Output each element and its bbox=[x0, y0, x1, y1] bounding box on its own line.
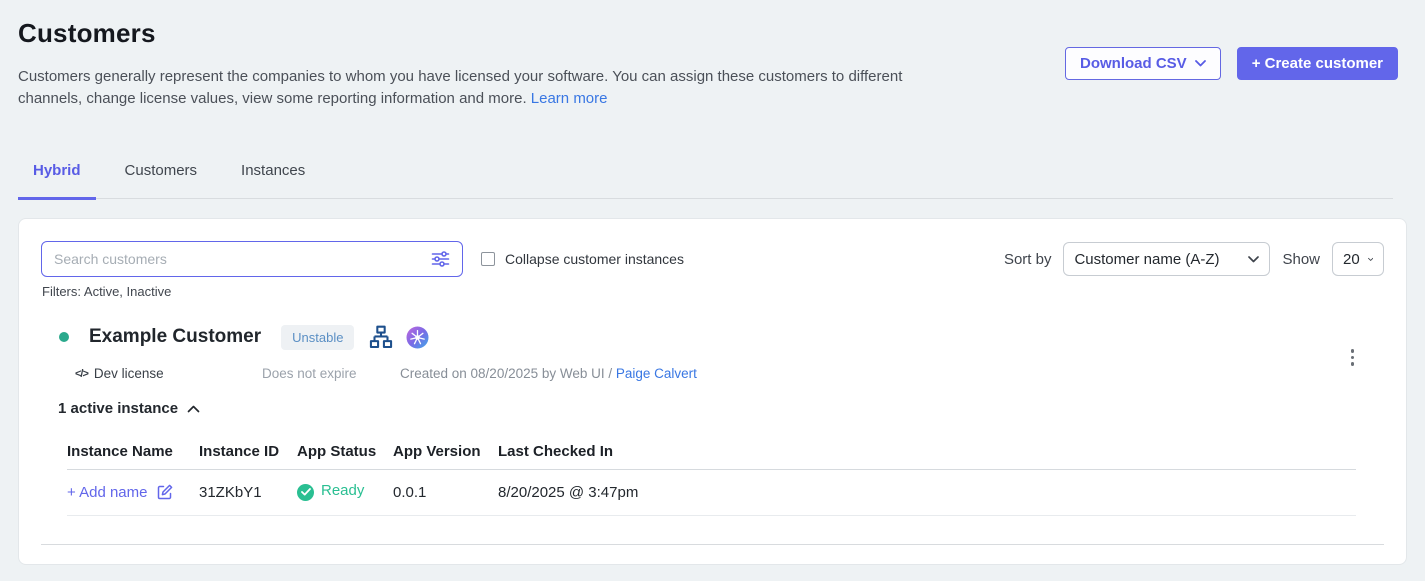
col-instance-name: Instance Name bbox=[67, 443, 199, 460]
active-filters-text: Filters: Active, Inactive bbox=[42, 284, 171, 299]
customer-type-icons bbox=[368, 324, 429, 350]
chevron-down-icon bbox=[1248, 256, 1259, 263]
customers-page: Customers Customers generally represent … bbox=[0, 0, 1425, 581]
collapse-instances-checkbox[interactable] bbox=[481, 252, 495, 266]
show-label: Show bbox=[1282, 251, 1320, 268]
create-customer-label: + Create customer bbox=[1252, 55, 1383, 72]
add-name-link[interactable]: + Add name bbox=[67, 484, 147, 501]
tab-customers[interactable]: Customers bbox=[110, 162, 213, 198]
download-csv-button[interactable]: Download CSV bbox=[1065, 47, 1221, 80]
instance-name-cell: + Add name bbox=[67, 483, 199, 501]
app-version-cell: 0.0.1 bbox=[393, 484, 498, 501]
show-select[interactable]: 20 bbox=[1332, 242, 1384, 276]
page-title: Customers bbox=[18, 18, 156, 49]
table-header-row: Instance Name Instance ID App Status App… bbox=[67, 443, 1356, 470]
card-bottom-divider bbox=[41, 544, 1384, 545]
channel-badge: Unstable bbox=[281, 325, 354, 350]
table-row: + Add name 31ZKbY1 Ready 0.0.1 bbox=[67, 470, 1356, 516]
sort-select-value: Customer name (A-Z) bbox=[1074, 251, 1219, 268]
license-type: </> Dev license bbox=[75, 366, 164, 381]
customer-header-row: Example Customer Unstable bbox=[59, 323, 1366, 351]
sort-select[interactable]: Customer name (A-Z) bbox=[1063, 242, 1270, 276]
chevron-down-icon bbox=[1195, 60, 1206, 67]
check-circle-icon bbox=[297, 484, 314, 501]
kubernetes-icon bbox=[406, 326, 429, 349]
chevron-up-icon bbox=[187, 405, 200, 413]
license-type-label: Dev license bbox=[94, 366, 164, 381]
tab-bar: Hybrid Customers Instances bbox=[18, 162, 1393, 199]
page-description-line2: channels, change license values, view so… bbox=[18, 90, 527, 107]
col-last-checked-in: Last Checked In bbox=[498, 443, 1356, 460]
sort-by-label: Sort by bbox=[1004, 251, 1052, 268]
created-prefix: Created on 08/20/2025 by Web UI / bbox=[400, 366, 616, 381]
header-actions: Download CSV + Create customer bbox=[1065, 47, 1398, 80]
show-select-value: 20 bbox=[1343, 251, 1360, 268]
active-status-dot bbox=[59, 332, 69, 342]
license-row: </> Dev license Does not expire Created … bbox=[19, 366, 1366, 386]
col-app-status: App Status bbox=[297, 443, 393, 460]
customer-name[interactable]: Example Customer bbox=[89, 326, 261, 348]
tab-hybrid[interactable]: Hybrid bbox=[18, 162, 96, 200]
create-customer-button[interactable]: + Create customer bbox=[1237, 47, 1398, 80]
instances-toggle[interactable]: 1 active instance bbox=[58, 400, 200, 417]
sitemap-icon bbox=[368, 324, 394, 350]
app-status-text: Ready bbox=[321, 482, 364, 499]
download-csv-label: Download CSV bbox=[1080, 55, 1187, 72]
col-app-version: App Version bbox=[393, 443, 498, 460]
col-instance-id: Instance ID bbox=[199, 443, 297, 460]
chevron-down-icon bbox=[1368, 256, 1373, 263]
instances-summary: 1 active instance bbox=[58, 400, 178, 417]
tab-instances[interactable]: Instances bbox=[226, 162, 320, 198]
instances-table: Instance Name Instance ID App Status App… bbox=[67, 443, 1356, 516]
instance-id-cell: 31ZKbY1 bbox=[199, 484, 297, 501]
code-icon: </> bbox=[75, 368, 88, 380]
app-status-cell: Ready bbox=[297, 484, 393, 501]
page-description: Customers generally represent the compan… bbox=[18, 66, 998, 110]
search-box bbox=[41, 241, 463, 277]
sliders-icon[interactable] bbox=[431, 250, 450, 268]
card-toolbar: Collapse customer instances Sort by Cust… bbox=[41, 241, 1384, 277]
license-expiry: Does not expire bbox=[262, 366, 357, 381]
customers-card: Collapse customer instances Sort by Cust… bbox=[18, 218, 1407, 565]
created-info: Created on 08/20/2025 by Web UI / Paige … bbox=[400, 366, 697, 381]
edit-icon[interactable] bbox=[156, 483, 174, 501]
search-input[interactable] bbox=[54, 251, 423, 267]
collapse-instances-control[interactable]: Collapse customer instances bbox=[481, 251, 684, 267]
toolbar-right: Sort by Customer name (A-Z) Show 20 bbox=[1004, 242, 1384, 276]
toolbar-left: Collapse customer instances bbox=[41, 241, 684, 277]
learn-more-link[interactable]: Learn more bbox=[531, 90, 608, 107]
collapse-instances-label: Collapse customer instances bbox=[505, 251, 684, 267]
last-checked-in-cell: 8/20/2025 @ 3:47pm bbox=[498, 484, 1356, 501]
created-by-link[interactable]: Paige Calvert bbox=[616, 366, 697, 381]
page-description-line1: Customers generally represent the compan… bbox=[18, 68, 902, 85]
